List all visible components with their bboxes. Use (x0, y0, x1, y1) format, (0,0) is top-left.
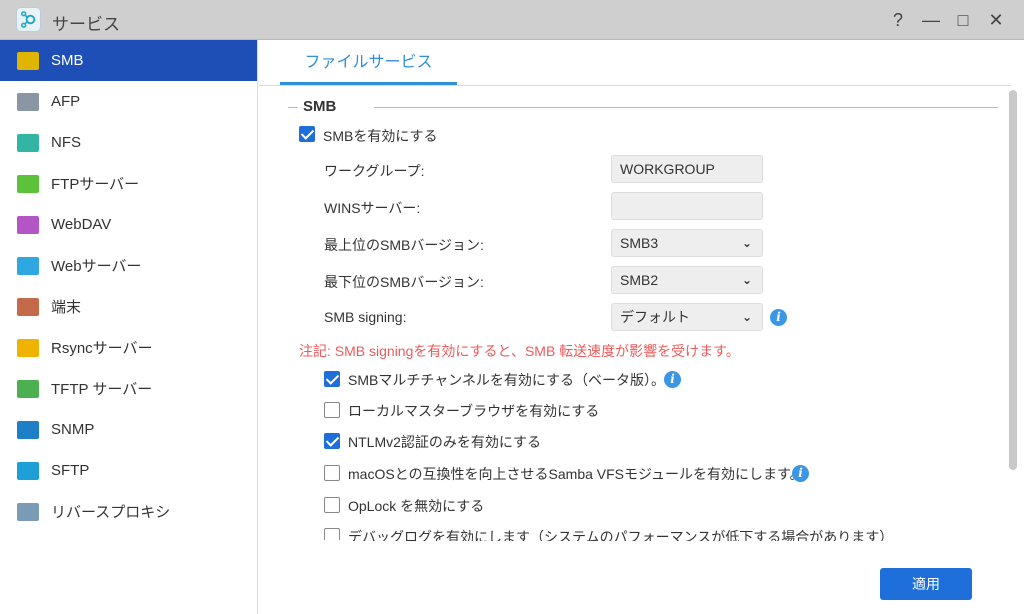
sidebar-item-label: Rsyncサーバー (51, 340, 153, 357)
apply-button[interactable]: 適用 (880, 568, 972, 600)
smb-signing-note: 注記: SMB signingを有効にすると、SMB 転送速度が影響を受けます。 (299, 343, 740, 359)
chevron-down-icon: ⌄ (741, 310, 752, 324)
option-checkbox[interactable] (324, 433, 340, 449)
option-label: デバッグログを有効にします（システムのパフォーマンスが低下する場合があります） (348, 529, 894, 541)
sidebar-item-label: SMB (51, 52, 84, 69)
option-label: NTLMv2認証のみを有効にする (348, 434, 542, 450)
sidebar-item-label: SFTP (51, 462, 90, 479)
section-title: SMB (303, 98, 343, 115)
option-label: macOSとの互換性を向上させるSamba VFSモジュールを有効にします。 (348, 466, 804, 482)
help-button[interactable]: ? (886, 8, 910, 32)
service-icon (17, 133, 39, 152)
sidebar-item[interactable]: Webサーバー (0, 245, 257, 286)
info-icon[interactable]: i (664, 371, 681, 388)
sidebar-item[interactable]: SMB (0, 40, 257, 81)
service-icon (17, 379, 39, 398)
min-smb-version-select[interactable]: SMB2 ⌄ (611, 266, 763, 294)
sidebar-item[interactable]: リバースプロキシ (0, 491, 257, 532)
sidebar-item-label: WebDAV (51, 216, 112, 233)
max-smb-version-value: SMB3 (620, 235, 659, 251)
service-icon (17, 174, 39, 193)
min-smb-version-label: 最下位のSMBバージョン: (324, 274, 484, 290)
chevron-down-icon: ⌄ (741, 273, 752, 287)
service-icon (17, 502, 39, 521)
info-icon[interactable]: i (792, 465, 809, 482)
smb-signing-select[interactable]: デフォルト ⌄ (611, 303, 763, 331)
service-icon (17, 256, 39, 275)
sidebar-item-label: Webサーバー (51, 258, 142, 275)
wins-server-input[interactable] (611, 192, 763, 220)
min-smb-version-value: SMB2 (620, 272, 659, 288)
sidebar-item-label: FTPサーバー (51, 176, 140, 193)
scrollbar[interactable] (1009, 90, 1017, 470)
window-title: サービス (52, 15, 120, 34)
sidebar-item-label: NFS (51, 134, 81, 151)
smb-signing-value: デフォルト (620, 309, 690, 325)
sidebar-item[interactable]: AFP (0, 81, 257, 122)
sidebar-item-label: リバースプロキシ (51, 504, 171, 521)
enable-smb-checkbox[interactable] (299, 126, 315, 142)
section-header: SMB (288, 98, 998, 116)
close-button[interactable]: ✕ (984, 8, 1008, 32)
option-checkbox[interactable] (324, 371, 340, 387)
max-smb-version-label: 最上位のSMBバージョン: (324, 237, 484, 253)
option-checkbox[interactable] (324, 465, 340, 481)
sidebar-item[interactable]: WebDAV (0, 204, 257, 245)
sidebar-item[interactable]: NFS (0, 122, 257, 163)
sidebar-item[interactable]: TFTP サーバー (0, 368, 257, 409)
sidebar: SMB AFP NFS FTPサーバー WebDAV Webサーバー 端末 Rsyncサーバー… (0, 40, 258, 614)
sidebar-item-label: 端末 (51, 299, 82, 316)
workgroup-value: WORKGROUP (620, 161, 715, 177)
chevron-down-icon: ⌄ (741, 236, 752, 250)
sidebar-item[interactable]: SNMP (0, 409, 257, 450)
sidebar-item[interactable]: 端末 (0, 286, 257, 327)
service-icon (17, 92, 39, 111)
workgroup-input[interactable]: WORKGROUP (611, 155, 763, 183)
service-icon (17, 420, 39, 439)
service-icon (17, 297, 39, 316)
main-panel: ファイルサービス SMB SMBを有効にする ワークグループ: WORKGROU… (259, 40, 1024, 614)
option-checkbox[interactable] (324, 497, 340, 513)
minimize-button[interactable]: — (919, 8, 943, 32)
maximize-button[interactable]: □ (951, 8, 975, 32)
sidebar-item-label: TFTP サーバー (51, 381, 153, 398)
workgroup-label: ワークグループ: (324, 163, 425, 179)
option-label: ローカルマスターブラウザを有効にする (348, 403, 600, 419)
tab-file-service[interactable]: ファイルサービス (280, 40, 457, 85)
info-icon[interactable]: i (770, 309, 787, 326)
sidebar-item[interactable]: Rsyncサーバー (0, 327, 257, 368)
title-bar: サービス ? — □ ✕ (0, 0, 1024, 40)
service-icon (17, 51, 39, 70)
max-smb-version-select[interactable]: SMB3 ⌄ (611, 229, 763, 257)
service-icon (17, 461, 39, 480)
service-icon (17, 338, 39, 357)
option-label: OpLock を無効にする (348, 498, 485, 514)
sidebar-item-label: SNMP (51, 421, 95, 438)
sidebar-item[interactable]: FTPサーバー (0, 163, 257, 204)
option-checkbox[interactable] (324, 528, 340, 540)
service-icon (17, 215, 39, 234)
services-app-icon (16, 7, 41, 32)
sidebar-item-label: AFP (51, 93, 81, 110)
enable-smb-label: SMBを有効にする (323, 128, 438, 144)
sidebar-item[interactable]: SFTP (0, 450, 257, 491)
smb-signing-label: SMB signing: (324, 309, 407, 325)
wins-server-label: WINSサーバー: (324, 200, 421, 216)
tab-divider (259, 85, 1011, 86)
option-label: SMBマルチチャンネルを有効にする（ベータ版）。 (348, 372, 666, 388)
option-checkbox[interactable] (324, 402, 340, 418)
